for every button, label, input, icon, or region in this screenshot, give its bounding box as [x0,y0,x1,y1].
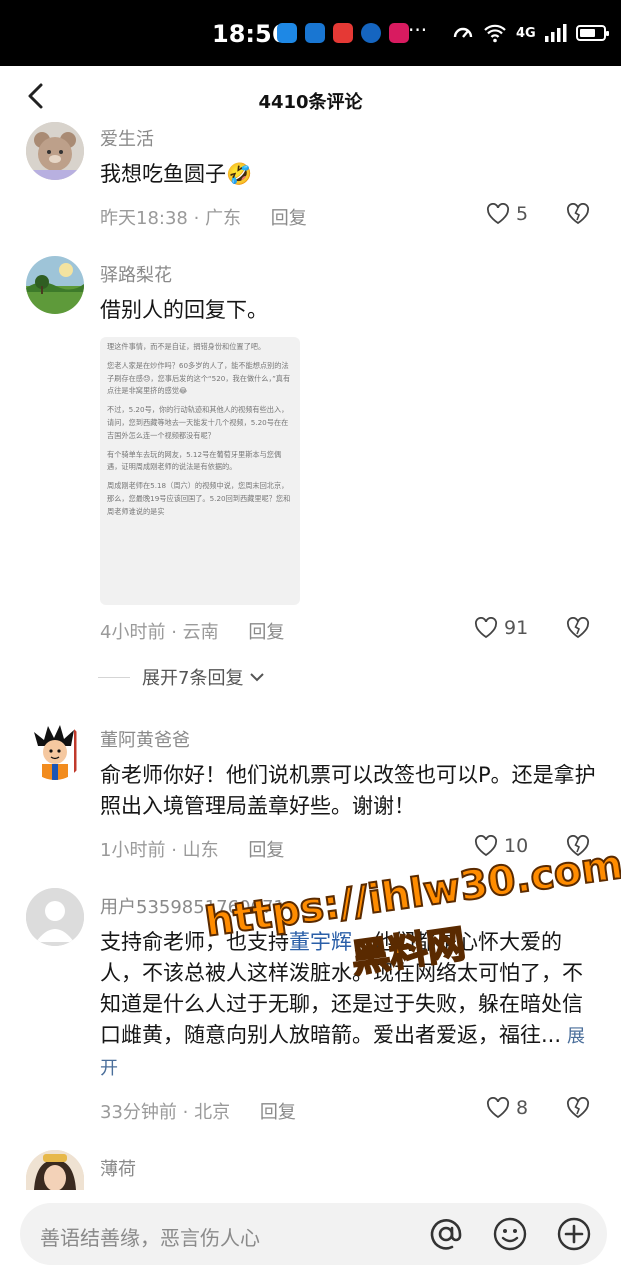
comment-meta: 1小时前 · 山东 回复 [100,840,285,861]
like-count: 8 [516,1097,529,1119]
status-bar: 18:56 ··· 4G [0,0,621,66]
landscape-avatar-icon [26,256,84,314]
like-button[interactable]: 8 [486,1097,528,1119]
like-button[interactable]: 10 [474,835,528,857]
comment-username[interactable]: 用户5359851760671 [100,893,285,919]
chat-app-icon [277,23,297,43]
heart-icon [474,617,498,639]
expand-divider [98,676,130,678]
reply-button[interactable]: 回复 [271,208,307,229]
like-count: 10 [504,835,529,857]
status-indicators: 4G [452,22,609,44]
like-button[interactable]: 91 [474,617,528,639]
comment-location: 云南 [182,622,219,643]
comment-location: 广东 [205,208,242,229]
comment-username[interactable]: 薄荷 [100,1155,136,1181]
like-count: 91 [504,617,529,639]
comment-time: 昨天18:38 [100,208,188,229]
comment-time: 33分钟前 [100,1102,177,1123]
comment-text: 支持俞老师，也支持董宇辉，他们都是心怀大爱的人，不该总被人这样泼脏水。现在网络太… [100,930,586,1079]
comment-input-bar[interactable]: 善语结善缘，恶言伤人心 [20,1203,607,1265]
comment-meta: 4小时前 · 云南 回复 [100,622,285,643]
comment-meta: 33分钟前 · 北京 回复 [100,1102,296,1123]
avatar[interactable] [26,256,84,314]
cartoon-character-avatar-icon [26,722,84,780]
avatar[interactable] [26,1150,84,1190]
shield-app-icon [305,23,325,43]
chevron-down-icon [250,673,265,682]
news-app-icon [389,23,409,43]
like-button[interactable]: 5 [486,203,528,225]
more-notifications-icon: ··· [408,18,428,42]
comments-header: 4410条评论 [0,66,621,126]
comment-text: 俞老师你好！他们说机票可以改签也可以P。还是拿护照出入境管理局盖章好些。谢谢！ [100,763,596,818]
avatar[interactable] [26,722,84,780]
comment-time: 4小时前 [100,622,166,643]
comment-location: 北京 [194,1102,231,1123]
comment-meta: 昨天18:38 · 广东 回复 [100,208,307,229]
mention-link[interactable]: 董宇辉 [289,930,352,954]
browser-app-icon [361,23,381,43]
speed-icon [453,27,473,38]
broken-heart-icon[interactable] [566,835,590,857]
expand-replies-button[interactable]: 展开7条回复 [98,664,267,690]
comment-text: 我想吃鱼圆子🤣 [100,162,253,186]
notification-icons [277,23,409,43]
heart-icon [486,1097,510,1119]
heart-icon [486,203,510,225]
embedded-screenshot-text: 理这件事情，而不是自证，捐错身份和位置了吧。 您老人家是在炒作吗？60多岁的人了… [107,342,291,516]
emoji-icon[interactable] [492,1216,528,1252]
signal-icon [544,24,567,42]
add-icon[interactable] [556,1216,592,1252]
avatar[interactable] [26,122,84,180]
like-count: 5 [516,203,529,225]
broken-heart-icon[interactable] [566,617,590,639]
comment-input[interactable]: 善语结善缘，恶言伤人心 [40,1222,260,1251]
wifi-icon [484,24,506,43]
reply-button[interactable]: 回复 [260,1102,296,1123]
mention-icon[interactable] [428,1216,464,1252]
comment-time: 1小时前 [100,840,166,861]
red-app-icon [333,23,353,43]
comment-username[interactable]: 驿路梨花 [100,261,172,287]
battery-icon [575,25,609,41]
broken-heart-icon[interactable] [566,203,590,225]
teddy-bear-avatar-icon [26,122,84,180]
default-user-avatar-icon [26,888,84,946]
comment-image[interactable]: 理这件事情，而不是自证，捐错身份和位置了吧。 您老人家是在炒作吗？60多岁的人了… [100,337,300,605]
network-type: 4G [516,25,536,41]
reply-button[interactable]: 回复 [248,840,284,861]
expand-replies-label: 展开7条回复 [142,668,244,689]
page-title: 4410条评论 [258,92,363,113]
reply-button[interactable]: 回复 [248,622,284,643]
heart-icon [474,835,498,857]
avatar[interactable] [26,888,84,946]
broken-heart-icon[interactable] [566,1097,590,1119]
comment-username[interactable]: 董阿黄爸爸 [100,726,190,752]
user-photo-avatar-icon [26,1150,84,1190]
comment-text: 借别人的回复下。 [100,298,268,322]
comment-location: 山东 [182,840,219,861]
comment-username[interactable]: 爱生活 [100,125,154,151]
